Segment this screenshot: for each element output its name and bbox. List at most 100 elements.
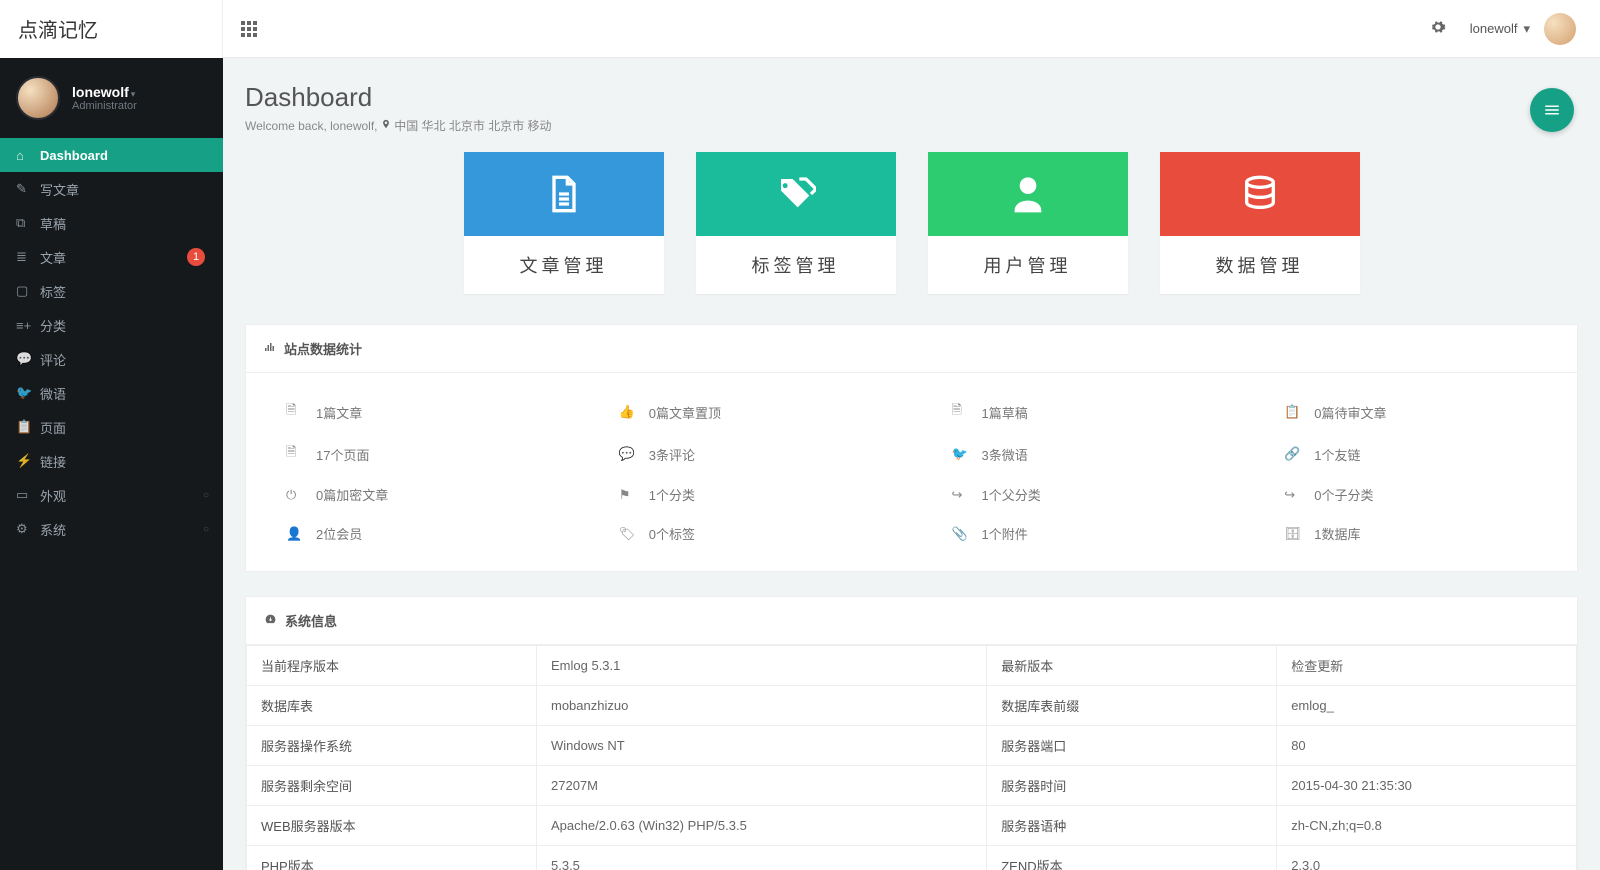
system-table: 当前程序版本Emlog 5.3.1最新版本检查更新数据库表mobanzhizuo…	[246, 645, 1577, 870]
sidebar-item-3[interactable]: ≣文章1	[0, 240, 223, 274]
user-icon	[928, 152, 1128, 236]
topbar: 点滴记忆 lonewolf ▾	[0, 0, 1600, 58]
stats-panel: 站点数据统计 🗎1篇文章👍0篇文章置顶🗎1篇草稿📋0篇待审文章🗎17个页面💬3条…	[245, 324, 1578, 572]
plus-icon: ≡+	[16, 318, 40, 333]
sys-key: ZEND版本	[987, 846, 1277, 870]
chat-icon: 💬	[619, 446, 633, 462]
tile-label: 用户管理	[928, 236, 1128, 294]
sidebar-item-label: 写文章	[40, 180, 79, 199]
attach-icon: 📎	[952, 526, 966, 542]
sys-key: 最新版本	[987, 646, 1277, 686]
tile-label: 标签管理	[696, 236, 896, 294]
stats-row: 🗎1篇文章👍0篇文章置顶🗎1篇草稿📋0篇待审文章	[246, 391, 1577, 433]
stat-item: ⚑ 1个分类	[579, 485, 912, 504]
sidebar-item-label: 链接	[40, 452, 66, 471]
tile-label: 文章管理	[464, 236, 664, 294]
stat-text: 0个子分类	[1314, 485, 1373, 504]
list-icon: ≣	[16, 249, 40, 265]
stat-item: 👍0篇文章置顶	[579, 401, 912, 423]
sidebar-item-6[interactable]: 💬评论	[0, 342, 223, 376]
signal-icon	[264, 341, 276, 356]
table-row: WEB服务器版本Apache/2.0.63 (Win32) PHP/5.3.5服…	[247, 806, 1577, 846]
sidebar-item-4[interactable]: ▢标签	[0, 274, 223, 308]
system-panel: 系统信息 当前程序版本Emlog 5.3.1最新版本检查更新数据库表mobanz…	[245, 596, 1578, 870]
stat-item: 👤2位会员	[246, 524, 579, 543]
sidebar-item-9[interactable]: ⚡链接	[0, 444, 223, 478]
stat-item: 🐦3条微语	[912, 443, 1245, 465]
gear-icon: ⚙	[16, 521, 40, 537]
sys-key: 服务器端口	[987, 726, 1277, 766]
chevron-right-icon: ○	[203, 490, 209, 501]
stats-row: 👤2位会员🏷0个标签📎1个附件🗄1数据库	[246, 514, 1577, 553]
sys-key: PHP版本	[247, 846, 537, 870]
tile-0[interactable]: 文章管理	[464, 152, 664, 294]
sys-val: 80	[1277, 726, 1577, 766]
db-icon: 🗄	[1284, 526, 1298, 542]
sys-val: emlog_	[1277, 686, 1577, 726]
brand[interactable]: 点滴记忆	[0, 0, 223, 58]
page-title: Dashboard	[245, 82, 1578, 113]
stats-body: 🗎1篇文章👍0篇文章置顶🗎1篇草稿📋0篇待审文章🗎17个页面💬3条评论🐦3条微语…	[246, 373, 1577, 571]
stat-item: 🏷0个标签	[579, 524, 912, 543]
stats-row: 🗎17个页面💬3条评论🐦3条微语🔗1个友链	[246, 433, 1577, 475]
stat-text: 1篇文章	[316, 403, 362, 422]
twitter-icon: 🐦	[952, 446, 966, 462]
stat-text: 1个分类	[649, 485, 695, 504]
sidebar-item-11[interactable]: ⚙系统 ○	[0, 512, 223, 546]
user-menu[interactable]: lonewolf ▾	[1470, 13, 1576, 45]
stat-item: 🗎17个页面	[246, 443, 579, 465]
bolt-icon: ⚡	[16, 453, 40, 469]
stats-row: ⏻0篇加密文章⚑1个分类↪1个父分类↪0个子分类	[246, 475, 1577, 514]
gear-icon[interactable]	[1430, 19, 1446, 38]
sidebar-item-label: 微语	[40, 384, 66, 403]
chevron-right-icon: ○	[203, 524, 209, 535]
stat-item: ↪1个父分类	[912, 485, 1245, 504]
caret-down-icon: ▾	[1523, 21, 1530, 37]
file2-icon: 🗎	[952, 401, 966, 423]
sidebar-item-10[interactable]: ▭外观○	[0, 478, 223, 512]
clip-icon: 📋	[16, 419, 40, 435]
menu-fab-button[interactable]	[1530, 88, 1574, 132]
table-row: 服务器剩余空间27207M服务器时间2015-04-30 21:35:30	[247, 766, 1577, 806]
sidebar-item-8[interactable]: 📋页面	[0, 410, 223, 444]
sidebar-item-7[interactable]: 🐦微语	[0, 376, 223, 410]
stat-item: 📎1个附件	[912, 524, 1245, 543]
home-icon: ⌂	[16, 148, 40, 163]
twitter-icon: 🐦	[16, 385, 40, 401]
sidebar-item-label: 页面	[40, 418, 66, 437]
stat-text: 1篇草稿	[982, 403, 1028, 422]
tile-label: 数据管理	[1160, 236, 1360, 294]
table-row: 服务器操作系统Windows NT服务器端口80	[247, 726, 1577, 766]
sidebar-item-5[interactable]: ≡+分类	[0, 308, 223, 342]
file-icon: 🗎	[286, 401, 300, 423]
tile-1[interactable]: 标签管理	[696, 152, 896, 294]
sys-val[interactable]: 检查更新	[1277, 646, 1577, 686]
sidebar-item-0[interactable]: ⌂Dashboard	[0, 138, 223, 172]
sidebar-item-label: 草稿	[40, 214, 66, 233]
thumb-icon: 👍	[619, 404, 633, 420]
table-row: 数据库表mobanzhizuo数据库表前缀emlog_	[247, 686, 1577, 726]
stat-item: 💬3条评论	[579, 443, 912, 465]
tile-2[interactable]: 用户管理	[928, 152, 1128, 294]
tile-3[interactable]: 数据管理	[1160, 152, 1360, 294]
sys-val: 27207M	[537, 766, 987, 806]
sys-val: Windows NT	[537, 726, 987, 766]
apps-icon[interactable]	[241, 21, 257, 37]
sidebar-menu: ⌂Dashboard✎写文章⧉草稿≣文章1▢标签≡+分类💬评论🐦微语📋页面⚡链接…	[0, 138, 223, 546]
stat-text: 0个标签	[649, 524, 695, 543]
sys-val: zh-CN,zh;q=0.8	[1277, 806, 1577, 846]
sidebar-user[interactable]: lonewolf▾ Administrator	[0, 58, 223, 138]
table-row: PHP版本5.3.5ZEND版本2.3.0	[247, 846, 1577, 870]
sidebar-item-label: 系统	[40, 520, 66, 539]
tags-icon	[696, 152, 896, 236]
sidebar-item-2[interactable]: ⧉草稿	[0, 206, 223, 240]
badge: 1	[187, 248, 205, 266]
sys-key: 服务器剩余空间	[247, 766, 537, 806]
stat-text: 2位会员	[316, 524, 362, 543]
flag-icon: ⚑	[619, 487, 633, 503]
stat-text: 17个页面	[316, 445, 369, 464]
stat-text: 1个父分类	[982, 485, 1041, 504]
power-icon: ⏻	[286, 487, 300, 503]
sidebar-item-1[interactable]: ✎写文章	[0, 172, 223, 206]
sys-key: WEB服务器版本	[247, 806, 537, 846]
